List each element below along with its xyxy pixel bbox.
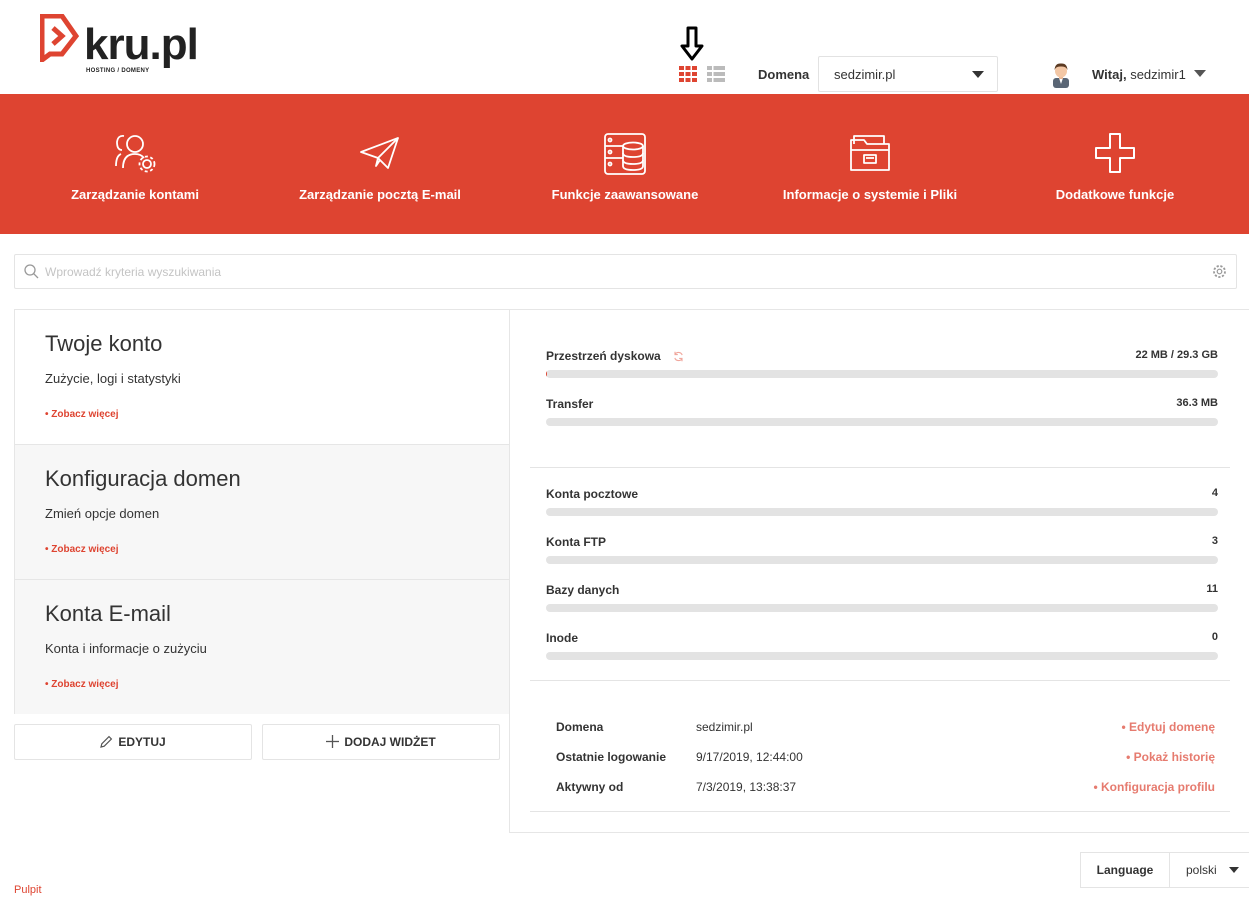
grid-view-icon[interactable] <box>679 66 697 82</box>
add-widget-button[interactable]: DODAJ WIDŻET <box>262 724 500 760</box>
logo-subtitle: HOSTING / DOMENY <box>86 68 150 74</box>
nav-additional-features[interactable]: Dodatkowe funkcje <box>1015 94 1215 234</box>
stat-value: 36.3 MB <box>1176 397 1218 409</box>
stat-name: Inode <box>546 631 578 645</box>
username: sedzimir1 <box>1130 67 1186 82</box>
widget-description: Zużycie, logi i statystyki <box>45 371 181 386</box>
widgets-list: Twoje konto Zużycie, logi i statystyki •… <box>14 309 511 714</box>
profile-config-link[interactable]: • Konfiguracja profilu <box>1093 780 1215 794</box>
domain-select[interactable]: sedzimir.pl <box>818 56 998 92</box>
progress-bar <box>546 556 1218 564</box>
user-menu-chevron-icon[interactable] <box>1194 70 1206 77</box>
info-value-active-since: 7/3/2019, 13:38:37 <box>696 780 797 794</box>
stat-name: Konta FTP <box>546 535 606 549</box>
info-label-active-since: Aktywny od <box>556 780 624 794</box>
kru-logo[interactable]: kru.pl HOSTING / DOMENY <box>40 14 200 80</box>
widget-title: Konta E-mail <box>45 601 171 626</box>
nav-account-management[interactable]: Zarządzanie kontami <box>35 94 235 234</box>
list-view-icon[interactable] <box>707 66 725 82</box>
stat-name: Bazy danych <box>546 583 620 597</box>
widget-your-account: Twoje konto Zużycie, logi i statystyki •… <box>15 310 511 445</box>
chevron-down-icon <box>972 71 984 78</box>
stat-name: Przestrzeń dyskowa <box>546 349 661 363</box>
folder-icon <box>850 135 890 171</box>
search-bar <box>14 254 1237 289</box>
nav-label: Informacje o systemie i Pliki <box>782 187 958 202</box>
domain-label: Domena <box>758 67 810 82</box>
edit-button-label: EDYTUJ <box>118 735 166 749</box>
stat-value: 4 <box>1211 487 1218 499</box>
nav-email-management[interactable]: Zarządzanie pocztą E-mail <box>280 94 480 234</box>
top-header: kru.pl HOSTING / DOMENY Domena sedzimir.… <box>0 0 1249 94</box>
refresh-icon[interactable] <box>673 351 684 362</box>
nav-label: Funkcje zaawansowane <box>551 187 699 202</box>
logo-text: kru.pl <box>84 20 199 69</box>
stat-name: Konta pocztowe <box>546 487 638 501</box>
users-gear-icon <box>115 134 156 173</box>
edit-button[interactable]: EDYTUJ <box>14 724 252 760</box>
down-arrow-icon <box>680 26 704 61</box>
nav-advanced-features[interactable]: Funkcje zaawansowane <box>525 94 725 234</box>
info-value-last-login: 9/17/2019, 12:44:00 <box>696 750 803 764</box>
plus-small-icon <box>326 734 340 748</box>
plus-icon <box>1095 133 1135 173</box>
gear-icon[interactable] <box>1212 264 1227 279</box>
nav-system-info-files[interactable]: Informacje o systemie i Pliki <box>760 94 980 234</box>
chevron-down-icon <box>1229 867 1239 873</box>
welcome-prefix: Witaj, <box>1092 67 1127 82</box>
search-input[interactable] <box>45 263 1195 281</box>
server-database-icon <box>604 133 646 175</box>
breadcrumb[interactable]: Pulpit <box>14 884 42 896</box>
nav-label: Zarządzanie pocztą E-mail <box>299 187 461 202</box>
stat-value: 22 MB / 29.3 GB <box>1135 349 1218 361</box>
divider <box>530 811 1230 812</box>
logo-mark-icon <box>40 14 80 62</box>
widget-title: Twoje konto <box>45 331 163 356</box>
welcome-text[interactable]: Witaj, sedzimir1 <box>1092 67 1186 82</box>
widget-description: Konta i informacje o zużyciu <box>45 641 207 656</box>
divider <box>530 680 1230 681</box>
edit-domain-link[interactable]: • Edytuj domenę <box>1121 720 1215 734</box>
info-value-domain: sedzimir.pl <box>696 720 753 734</box>
pencil-icon <box>100 735 113 748</box>
widget-email-accounts: Konta E-mail Konta i informacje o zużyci… <box>15 579 511 714</box>
progress-bar <box>546 604 1218 612</box>
main-nav: Zarządzanie kontami Zarządzanie pocztą E… <box>0 94 1249 234</box>
add-widget-button-label: DODAJ WIDŻET <box>344 735 436 749</box>
info-label-last-login: Ostatnie logowanie <box>556 750 667 764</box>
avatar[interactable] <box>1047 60 1075 88</box>
see-more-link[interactable]: • Zobacz więcej <box>45 679 119 690</box>
info-label-domain: Domena <box>556 720 604 734</box>
show-history-link[interactable]: • Pokaż historię <box>1126 750 1215 764</box>
widget-description: Zmień opcje domen <box>45 506 160 521</box>
domain-select-value: sedzimir.pl <box>834 67 896 82</box>
progress-bar <box>546 370 1218 378</box>
paper-plane-icon <box>360 137 399 169</box>
nav-label: Zarządzanie kontami <box>71 187 199 202</box>
language-selector[interactable]: Language polski <box>1080 852 1249 888</box>
progress-bar <box>546 418 1218 426</box>
progress-bar <box>546 652 1218 660</box>
stats-panel: Przestrzeń dyskowa 22 MB / 29.3 GB Trans… <box>509 309 1249 833</box>
progress-fill <box>546 370 547 378</box>
nav-label: Dodatkowe funkcje <box>1055 187 1175 202</box>
divider <box>530 467 1230 468</box>
language-value: polski <box>1186 863 1217 877</box>
widget-domain-config: Konfiguracja domen Zmień opcje domen • Z… <box>15 444 511 579</box>
see-more-link[interactable]: • Zobacz więcej <box>45 544 119 555</box>
search-icon <box>24 264 39 279</box>
stat-value: 11 <box>1206 583 1218 595</box>
widget-title: Konfiguracja domen <box>45 466 241 491</box>
stat-value: 0 <box>1211 631 1218 643</box>
stat-name: Transfer <box>546 397 594 411</box>
language-label: Language <box>1081 853 1170 887</box>
see-more-link[interactable]: • Zobacz więcej <box>45 409 119 420</box>
stat-value: 3 <box>1211 535 1218 547</box>
progress-bar <box>546 508 1218 516</box>
